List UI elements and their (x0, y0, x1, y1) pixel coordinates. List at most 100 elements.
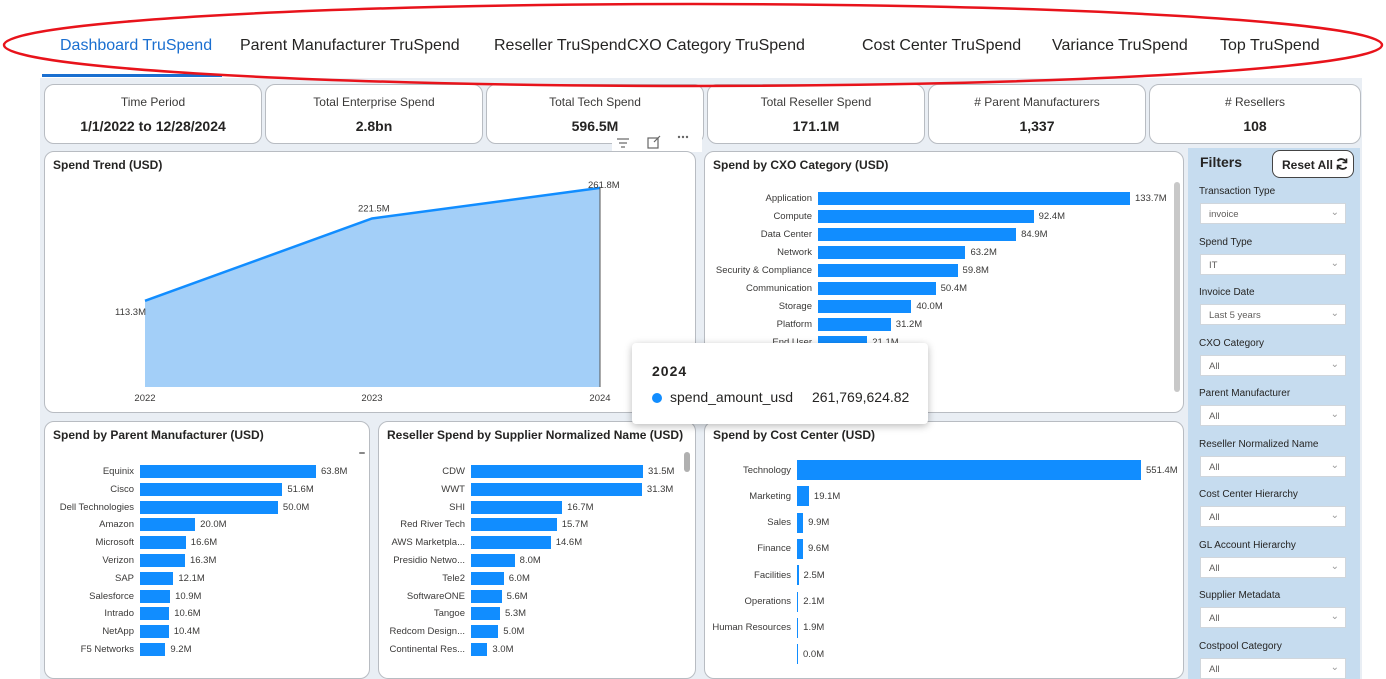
bar[interactable] (797, 591, 799, 612)
bar[interactable] (140, 643, 166, 656)
kpi-value: 171.1M (792, 118, 840, 134)
bar[interactable] (818, 318, 891, 331)
reseller-spend-panel[interactable]: Reseller Spend by Supplier Normalized Na… (378, 421, 696, 679)
tab-variance-truspend[interactable]: Variance TruSpend (1052, 37, 1188, 55)
tooltip-title: 2024 (652, 363, 688, 379)
filter-dropdown[interactable]: All ⌄ (1200, 657, 1346, 679)
bar[interactable] (797, 565, 799, 586)
more-options-icon[interactable] (677, 135, 689, 139)
filter-label: CXO Category (1199, 337, 1265, 349)
category-label: F5 Networks (80, 644, 134, 655)
data-label: 3.0M (492, 644, 514, 655)
bar[interactable] (818, 300, 912, 313)
bar[interactable] (140, 482, 283, 496)
cost-center-panel[interactable]: Spend by Cost Center (USD) Technology 551… (704, 421, 1184, 679)
chevron-down-icon: ⌄ (1330, 358, 1339, 370)
filter-dropdown[interactable]: All ⌄ (1200, 455, 1346, 477)
bar[interactable] (471, 465, 643, 478)
chevron-down-icon: ⌄ (1330, 257, 1339, 269)
bar[interactable] (140, 554, 185, 567)
parent-manufacturer-chart: Equinix 63.8M Cisco 51.6M Dell Technologies 5… (45, 422, 361, 678)
kpi-card-resellers[interactable]: # Resellers 108 (1149, 84, 1361, 144)
bar[interactable] (140, 607, 170, 621)
bar[interactable] (471, 518, 557, 532)
bar[interactable] (818, 210, 1034, 223)
tab-dashboard-truspend[interactable]: Dashboard TruSpend (60, 37, 212, 55)
data-label: 261.8M (588, 180, 620, 191)
bar[interactable] (797, 486, 809, 507)
tab-parent-manufacturer-truspend[interactable]: Parent Manufacturer TruSpend (240, 37, 460, 55)
parent-manufacturer-panel[interactable]: Spend by Parent Manufacturer (USD) Equin… (44, 421, 370, 679)
data-label: 221.5M (358, 204, 390, 215)
focus-mode-icon[interactable] (647, 135, 661, 149)
filter-dropdown[interactable]: All ⌄ (1200, 405, 1346, 426)
bar[interactable] (818, 246, 966, 259)
tab-cost-center-truspend[interactable]: Cost Center TruSpend (862, 37, 1021, 55)
spend-trend-chart: 113.3M 2022 221.5M 2023 261.8M 2024 (115, 180, 620, 404)
kpi-card-parent-manufacturers[interactable]: # Parent Manufacturers 1,337 (928, 84, 1146, 144)
bar[interactable] (471, 625, 499, 639)
data-label: 5.3M (504, 608, 527, 620)
data-label: 12.1M (178, 572, 205, 584)
scrollbar[interactable] (1174, 182, 1180, 392)
kpi-label: Time Period (120, 95, 186, 109)
kpi-card-total-enterprise-spend[interactable]: Total Enterprise Spend 2.8bn (265, 84, 483, 144)
bar[interactable] (818, 192, 1130, 205)
bar[interactable] (471, 536, 551, 550)
data-label: 63.2M (970, 247, 997, 258)
filter-dropdown[interactable]: All ⌄ (1200, 556, 1346, 578)
category-label: SHI (449, 501, 465, 513)
filter-value: IT (1209, 259, 1218, 271)
bar[interactable] (140, 625, 169, 639)
data-label: 10.6M (174, 608, 201, 620)
category-label: Sales (767, 517, 791, 529)
bar[interactable] (797, 617, 799, 638)
data-label: 40.0M (916, 301, 943, 312)
bar[interactable] (140, 536, 186, 550)
filter-dropdown[interactable]: All ⌄ (1200, 506, 1346, 527)
scrollbar[interactable] (359, 452, 365, 454)
tab-reseller-truspend[interactable]: Reseller TruSpend (494, 37, 627, 55)
bar[interactable] (140, 589, 171, 603)
chevron-down-icon: ⌄ (1330, 409, 1339, 420)
bar[interactable] (471, 643, 488, 656)
kpi-card-total-reseller-spend[interactable]: Total Reseller Spend 171.1M (707, 84, 925, 144)
bar[interactable] (797, 644, 798, 665)
bar[interactable] (140, 518, 196, 532)
filter-dropdown[interactable]: invoice ⌄ (1200, 203, 1346, 224)
bar[interactable] (797, 538, 803, 559)
bar[interactable] (818, 282, 936, 295)
tab-top-truspend[interactable]: Top TruSpend (1220, 37, 1320, 55)
bar[interactable] (471, 607, 500, 621)
filter-dropdown[interactable]: Last 5 years ⌄ (1200, 304, 1346, 325)
category-label: Platform (776, 319, 812, 330)
bar[interactable] (471, 500, 563, 514)
reseller-spend-chart: CDW 31.5M WWT 31.3M SHI 16.7M Red River Tech 15… (379, 422, 679, 678)
tab-cxo-category-truspend[interactable]: CXO Category TruSpend (627, 37, 805, 55)
filter-dropdown[interactable]: All ⌄ (1200, 607, 1346, 628)
filter-icon[interactable] (617, 138, 629, 148)
category-label: Technology (742, 464, 791, 476)
bar[interactable] (140, 465, 316, 478)
bar[interactable] (471, 589, 502, 603)
filter-label: Invoice Date (1199, 287, 1255, 298)
spend-trend-panel[interactable]: Spend Trend (USD) 113.3M 2022 221.5M 2023 26… (44, 151, 696, 413)
reset-all-button[interactable]: Reset All (1272, 150, 1354, 178)
bar[interactable] (471, 554, 515, 567)
bar[interactable] (140, 500, 278, 514)
bar[interactable] (797, 460, 1141, 480)
bar[interactable] (471, 571, 504, 585)
data-label: 92.4M (1038, 211, 1066, 222)
tooltip-value: 261,769,624.82 (812, 389, 910, 405)
filter-dropdown[interactable]: IT ⌄ (1200, 253, 1346, 275)
chevron-down-icon: ⌄ (1330, 207, 1339, 218)
bar[interactable] (818, 228, 1017, 241)
bar[interactable] (471, 482, 642, 496)
bar[interactable] (797, 512, 804, 533)
filter-label: Transaction Type (1199, 186, 1276, 197)
bar[interactable] (140, 571, 174, 585)
bar[interactable] (818, 264, 958, 277)
filter-label: Reseller Normalized Name (1199, 438, 1319, 450)
filter-dropdown[interactable]: All ⌄ (1200, 354, 1346, 376)
kpi-card-time-period[interactable]: Time Period 1/1/2022 to 12/28/2024 (44, 84, 262, 144)
